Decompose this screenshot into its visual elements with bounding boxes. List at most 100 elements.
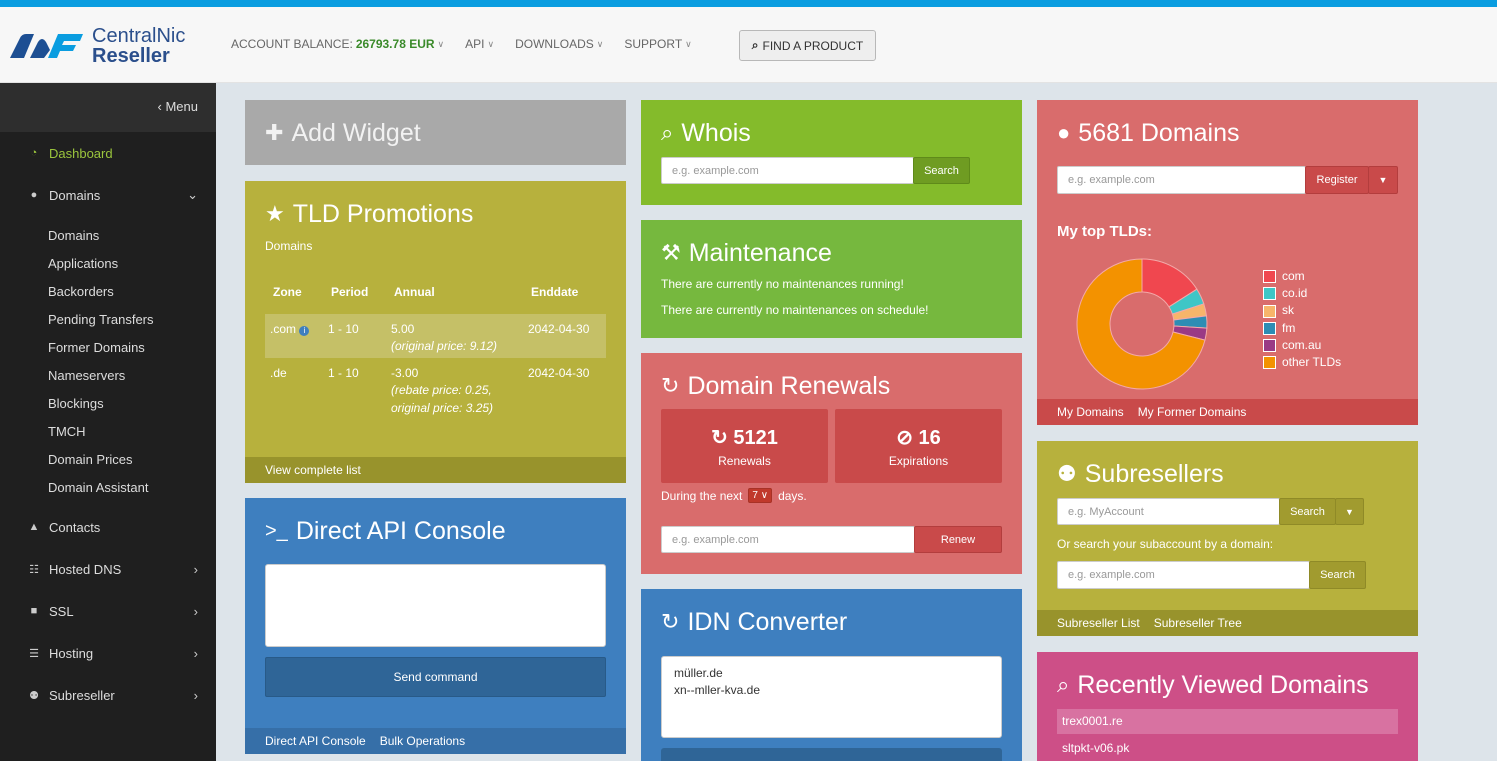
subaccount-domain-search-button[interactable]: Search [1309, 561, 1366, 589]
legend-swatch [1263, 304, 1276, 318]
info-icon[interactable]: i [299, 326, 310, 336]
recent-domain-item[interactable]: trex0001.re [1057, 709, 1398, 734]
brand-logo[interactable]: CentralNic Reseller [10, 26, 185, 66]
enddate-cell: 2042-04-30 [528, 322, 590, 336]
api-console-title: Direct API Console [295, 517, 506, 545]
subresellers-footer: Subreseller List Subreseller Tree [1037, 610, 1418, 636]
period-cell: 1 - 10 [328, 322, 359, 336]
logo-line2: Reseller [92, 45, 170, 67]
sidebar-subitem-domains[interactable]: Domains [48, 228, 99, 243]
sidebar-item-hosting[interactable]: ☰ Hosting › [0, 636, 216, 670]
subreseller-list-link[interactable]: Subreseller List [1057, 616, 1140, 630]
recently-viewed-widget: ⌕ Recently Viewed Domains trex0001.re sl… [1037, 652, 1418, 761]
sidebar-subitem-blockings[interactable]: Blockings [48, 396, 104, 411]
dashboard-icon: ◔ [30, 147, 38, 159]
top-header: CentralNic Reseller ACCOUNT BALANCE: 267… [0, 7, 1497, 83]
direct-api-console-link[interactable]: Direct API Console [265, 734, 366, 748]
subaccount-search-input[interactable]: e.g. MyAccount [1057, 498, 1280, 525]
legend-label: co.id [1282, 286, 1308, 301]
top-tlds-donut-chart [1076, 258, 1208, 390]
renew-domain-input[interactable]: e.g. example.com [661, 526, 915, 553]
bulk-operations-link[interactable]: Bulk Operations [380, 734, 465, 748]
sidebar-subitem-tmch[interactable]: TMCH [48, 424, 86, 439]
renewals-stat-card[interactable]: ↻ 5121 Renewals [661, 409, 828, 483]
sidebar-item-dashboard[interactable]: ◔ Dashboard [0, 136, 216, 170]
nav-downloads[interactable]: DOWNLOADS ∨ [515, 37, 603, 51]
expirations-stat-card[interactable]: ⊘ 16 Expirations [835, 409, 1002, 483]
idn-convert-button[interactable] [661, 748, 1002, 761]
account-balance-menu[interactable]: ACCOUNT BALANCE: 26793.78 EUR ∨ [231, 37, 444, 51]
my-domains-link[interactable]: My Domains [1057, 405, 1124, 419]
subaccount-search-button[interactable]: Search [1279, 498, 1336, 525]
renewals-label: Renewals [718, 454, 771, 468]
search-icon: ⌕ [751, 38, 759, 52]
col-zone: Zone [273, 285, 302, 299]
renewal-period-row: During the next 7 ∨ days. [661, 488, 807, 503]
sidebar-subitem-backorders[interactable]: Backorders [48, 284, 114, 299]
renew-button[interactable]: Renew [914, 526, 1002, 553]
sidebar-subitem-domain-assistant[interactable]: Domain Assistant [48, 480, 148, 495]
whois-widget: ⌕ Whois e.g. example.com Search [641, 100, 1022, 205]
legend-label: com [1282, 269, 1305, 283]
api-console-widget: >_ Direct API Console Send command Direc… [245, 498, 626, 754]
renewals-count: 5121 [733, 427, 778, 449]
sidebar-subitem-applications[interactable]: Applications [48, 256, 118, 271]
subaccount-domain-hint: Or search your subaccount by a domain: [1057, 537, 1274, 551]
caret-down-icon: ▼ [1345, 506, 1354, 517]
maintenance-scheduled-text: There are currently no maintenances on s… [661, 303, 929, 317]
sidebar-item-contacts[interactable]: ▲ Contacts [0, 510, 216, 544]
period-cell: 1 - 10 [328, 366, 359, 380]
idn-converter-widget: ↻ IDN Converter müller.de xn--mller-kva.… [641, 589, 1022, 761]
tld-promotions-subtitle: Domains [265, 239, 313, 253]
whois-search-button[interactable]: Search [913, 157, 970, 184]
expirations-label: Expirations [888, 454, 949, 468]
idn-textarea[interactable]: müller.de xn--mller-kva.de [661, 656, 1002, 738]
recent-domain-item[interactable]: sltpkt-v06.pk [1057, 736, 1398, 761]
sidebar-item-ssl[interactable]: ■ SSL › [0, 594, 216, 628]
sidebar-subitem-domain-prices[interactable]: Domain Prices [48, 452, 133, 467]
legend-swatch [1263, 356, 1276, 370]
refresh-icon: ↻ [711, 427, 734, 449]
tld-promotions-title: TLD Promotions [292, 200, 474, 228]
nav-api[interactable]: API ∨ [465, 37, 494, 51]
days-select[interactable]: 7 ∨ [748, 488, 773, 503]
register-dropdown-toggle[interactable]: ▼ [1368, 166, 1398, 194]
refresh-icon: ↻ [661, 373, 680, 398]
find-product-button[interactable]: ⌕ FIND A PRODUCT [739, 30, 876, 61]
domains-title: 5681 Domains [1078, 119, 1240, 147]
subaccount-domain-input[interactable]: e.g. example.com [1057, 561, 1310, 589]
sidebar-subitem-former-domains[interactable]: Former Domains [48, 340, 145, 355]
lock-icon: ■ [30, 605, 38, 617]
subaccount-dropdown-toggle[interactable]: ▼ [1335, 498, 1364, 525]
col-period: Period [331, 285, 369, 299]
my-former-domains-link[interactable]: My Former Domains [1138, 405, 1247, 419]
register-button[interactable]: Register [1305, 166, 1369, 194]
add-widget-panel[interactable]: ✚ Add Widget [245, 100, 626, 165]
sidebar-item-hosted-dns[interactable]: ☷ Hosted DNS › [0, 552, 216, 586]
legend-swatch [1263, 338, 1276, 352]
sidebar-subitem-nameservers[interactable]: Nameservers [48, 368, 125, 383]
top-accent-stripe [0, 0, 1497, 7]
send-command-button[interactable]: Send command [265, 657, 606, 697]
api-command-textarea[interactable] [265, 564, 606, 647]
menu-toggle[interactable]: ‹ Menu [0, 83, 216, 132]
nav-support[interactable]: SUPPORT ∨ [624, 37, 691, 51]
wrench-icon: ⚒ [661, 240, 681, 265]
sidebar-item-label: SSL [49, 603, 74, 619]
subreseller-tree-link[interactable]: Subreseller Tree [1154, 616, 1242, 630]
chart-legend: com co.id sk fm com.au other TLDs [1263, 268, 1341, 371]
register-domain-input[interactable]: e.g. example.com [1057, 166, 1306, 194]
star-icon: ★ [265, 201, 285, 226]
sidebar-item-subreseller[interactable]: ⚉ Subreseller › [0, 678, 216, 712]
renewals-title: Domain Renewals [687, 372, 891, 400]
whois-search-input[interactable]: e.g. example.com [661, 157, 914, 184]
idn-title: IDN Converter [687, 608, 848, 636]
sidebar-subitem-pending-transfers[interactable]: Pending Transfers [48, 312, 154, 327]
view-complete-list-link[interactable]: View complete list [265, 463, 361, 477]
sidebar-item-domains[interactable]: ● Domains ⌄ [0, 178, 216, 212]
logo-mark-icon [10, 34, 83, 58]
sitemap-icon: ☷ [29, 563, 39, 576]
sidebar-item-label: Contacts [49, 519, 101, 535]
chevron-right-icon: › [193, 603, 198, 619]
domains-footer: My Domains My Former Domains [1037, 399, 1418, 425]
